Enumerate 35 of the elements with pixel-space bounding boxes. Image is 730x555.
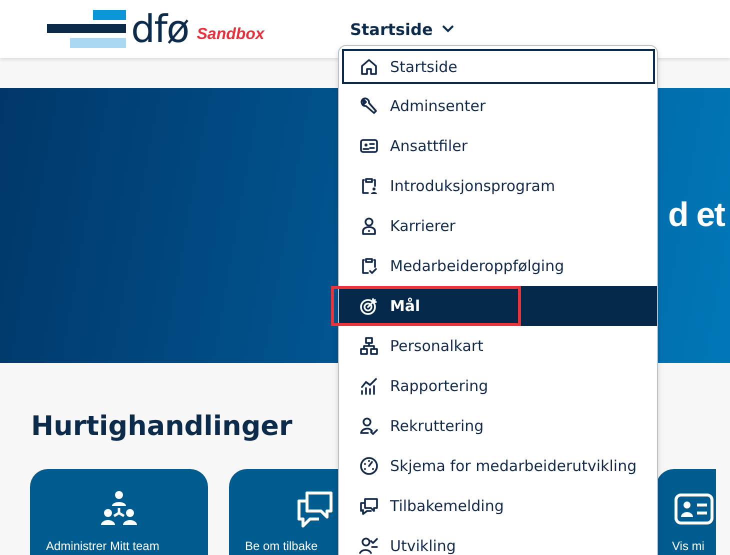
bar-chart-icon: [359, 376, 379, 396]
person-list-icon: [359, 536, 379, 555]
logo-text: dfø: [131, 9, 189, 49]
menu-item[interactable]: Rapportering: [339, 366, 657, 406]
menu-item[interactable]: Startside: [342, 49, 655, 84]
wrench-icon: [359, 96, 379, 116]
menu-item[interactable]: Adminsenter: [339, 86, 657, 126]
id-card-icon: [359, 136, 379, 156]
environment-label: Sandbox: [196, 26, 264, 44]
menu-item[interactable]: Rekruttering: [339, 406, 657, 446]
menu-item[interactable]: Medarbeideroppfølging: [339, 246, 657, 286]
logo-icon: [47, 10, 127, 48]
hero-title: d et: [668, 196, 724, 235]
org-chart-icon: [359, 336, 379, 356]
quick-action-card[interactable]: Administrer Mitt team: [30, 469, 208, 555]
person-check-icon: [359, 416, 379, 436]
chat-bubbles-icon: [295, 489, 335, 529]
menu-item[interactable]: Karrierer: [339, 206, 657, 246]
quick-action-card[interactable]: Vis mi: [656, 469, 716, 555]
menu-item[interactable]: Tilbakemelding: [339, 486, 657, 526]
menu-item[interactable]: Skjema for medarbeiderutvikling: [339, 446, 657, 486]
nav-menu-button[interactable]: Startside: [350, 20, 454, 38]
menu-item[interactable]: Personalkart: [339, 326, 657, 366]
menu-item[interactable]: Utvikling: [339, 526, 657, 555]
person-badge-icon: [359, 216, 379, 236]
menu-item[interactable]: Mål: [339, 286, 657, 326]
clipboard-check-icon: [359, 256, 379, 276]
clipboard-person-icon: [359, 176, 379, 196]
chat-bubbles-icon: [359, 496, 379, 516]
gauge-icon: [359, 456, 379, 476]
menu-item[interactable]: Introduksjonsprogram: [339, 166, 657, 206]
home-icon: [359, 56, 379, 76]
menu-item[interactable]: Ansattfiler: [339, 126, 657, 166]
target-icon: [359, 296, 379, 316]
section-heading: Hurtighandlinger: [31, 410, 292, 444]
